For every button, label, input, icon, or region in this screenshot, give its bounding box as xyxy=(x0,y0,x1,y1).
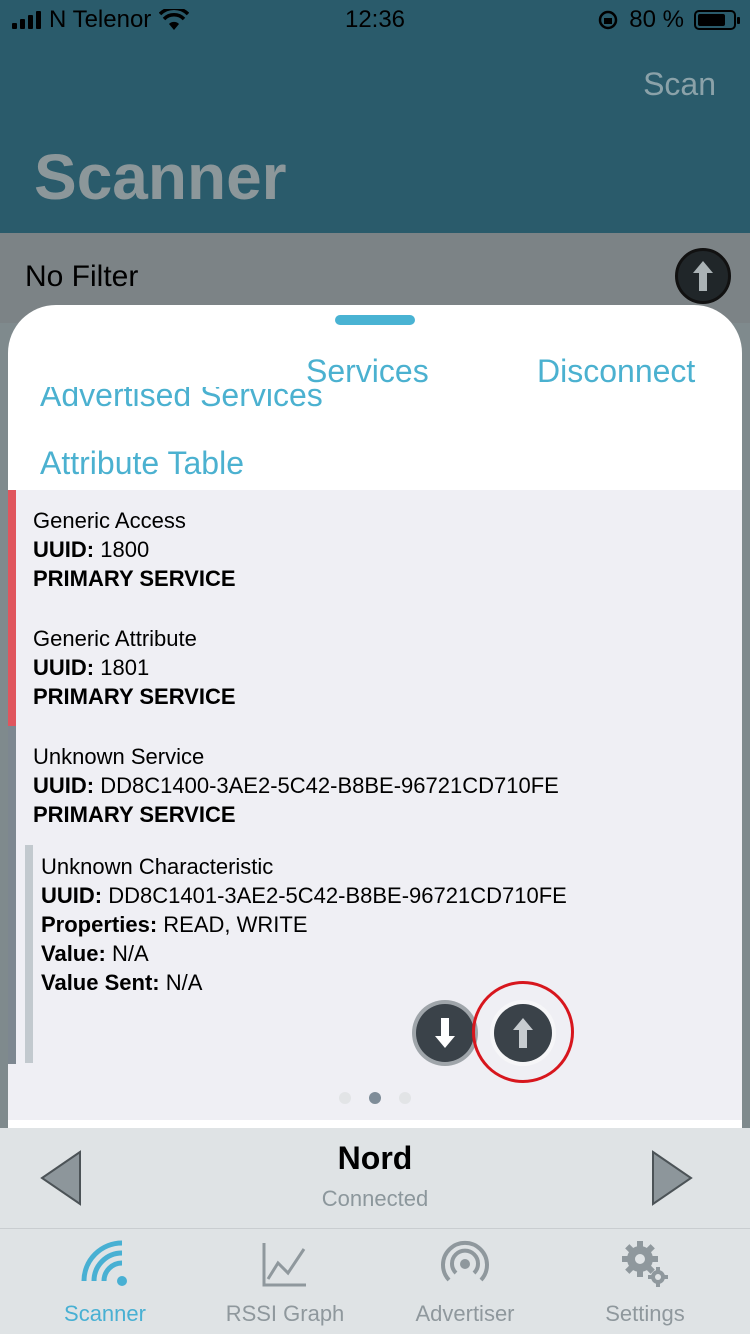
service-name: Unknown Service xyxy=(33,744,205,769)
service-type: PRIMARY SERVICE xyxy=(33,566,236,591)
peripheral-bar: Nord Connected xyxy=(0,1128,750,1228)
tab-advertiser-label: Advertiser xyxy=(415,1301,515,1326)
page-dot[interactable] xyxy=(339,1092,351,1104)
broadcast-icon xyxy=(441,1240,489,1282)
page-indicator[interactable] xyxy=(8,1092,742,1104)
advertised-services-label: Advertised Services xyxy=(40,387,323,413)
service-color-bar xyxy=(8,726,16,1064)
characteristic-name: Unknown Characteristic xyxy=(41,854,274,879)
tab-scanner-label: Scanner xyxy=(64,1301,146,1326)
characteristic-value-sent-row: Value Sent: N/A xyxy=(41,970,203,995)
filter-label: No Filter xyxy=(25,260,139,293)
tab-rssi-graph[interactable]: RSSI Graph xyxy=(195,1229,375,1334)
service-color-bar xyxy=(8,490,16,726)
page-dot[interactable] xyxy=(369,1092,381,1104)
arrow-down-icon xyxy=(435,1018,455,1048)
gears-icon xyxy=(622,1241,668,1287)
service-name: Generic Attribute xyxy=(33,626,197,651)
scan-button[interactable]: Scan xyxy=(643,66,716,103)
tab-advertiser[interactable]: Advertiser xyxy=(375,1229,555,1334)
tab-services[interactable]: Services xyxy=(306,353,429,390)
service-uuid-row: UUID: 1800 xyxy=(33,537,150,562)
disconnect-button[interactable]: Disconnect xyxy=(537,353,695,390)
sort-up-button[interactable] xyxy=(675,248,731,304)
device-sheet: Services Disconnect Advertised Services … xyxy=(8,305,742,1128)
page-title: Scanner xyxy=(34,141,287,213)
peripheral-state: Connected xyxy=(321,1186,429,1211)
peripheral-name: Nord xyxy=(337,1140,413,1176)
battery-icon xyxy=(694,10,740,30)
characteristic-properties-row: Properties: READ, WRITE xyxy=(41,912,308,937)
sheet-drag-handle[interactable] xyxy=(335,315,415,325)
tab-rssi-graph-label: RSSI Graph xyxy=(225,1301,345,1326)
service-uuid-row: UUID: DD8C1400-3AE2-5C42-B8BE-96721CD710… xyxy=(33,773,559,798)
tab-settings[interactable]: Settings xyxy=(555,1229,735,1334)
service-uuid-row: UUID: 1801 xyxy=(33,655,150,680)
tab-settings-label: Settings xyxy=(605,1301,685,1326)
characteristic-value-row: Value: N/A xyxy=(41,941,149,966)
status-right: 80 % xyxy=(597,6,740,34)
highlight-circle-annotation xyxy=(472,981,574,1083)
page-dot[interactable] xyxy=(399,1092,411,1104)
service-type: PRIMARY SERVICE xyxy=(33,802,236,827)
tab-scanner[interactable]: Scanner xyxy=(15,1229,195,1334)
battery-percent: 80 % xyxy=(629,6,684,33)
advertised-services-heading[interactable]: Advertised Services xyxy=(40,387,440,419)
read-button[interactable] xyxy=(416,1004,474,1062)
attribute-table-heading[interactable]: Attribute Table xyxy=(40,445,244,482)
arrow-up-icon xyxy=(693,261,713,291)
scanner-waves-icon xyxy=(81,1240,127,1286)
service-item[interactable]: Unknown Service UUID: DD8C1400-3AE2-5C42… xyxy=(33,742,559,829)
service-type: PRIMARY SERVICE xyxy=(33,684,236,709)
characteristic-indent-bar xyxy=(25,845,33,1063)
navigation-bar: Scan Scanner xyxy=(0,40,750,233)
characteristic-item[interactable]: Unknown Characteristic UUID: DD8C1401-3A… xyxy=(41,852,567,997)
status-bar: N Telenor 12:36 80 % xyxy=(0,0,750,40)
tab-bar: Scanner RSSI Graph Advertiser Settings xyxy=(0,1228,750,1334)
attribute-table: Generic Access UUID: 1800 PRIMARY SERVIC… xyxy=(8,490,742,1120)
service-name: Generic Access xyxy=(33,508,186,533)
line-graph-icon xyxy=(262,1243,306,1287)
service-item[interactable]: Generic Access UUID: 1800 PRIMARY SERVIC… xyxy=(33,506,236,593)
next-device-button[interactable] xyxy=(651,1150,693,1206)
orientation-lock-icon xyxy=(599,10,618,30)
characteristic-uuid-row: UUID: DD8C1401-3AE2-5C42-B8BE-96721CD710… xyxy=(41,883,567,908)
service-item[interactable]: Generic Attribute UUID: 1801 PRIMARY SER… xyxy=(33,624,236,711)
